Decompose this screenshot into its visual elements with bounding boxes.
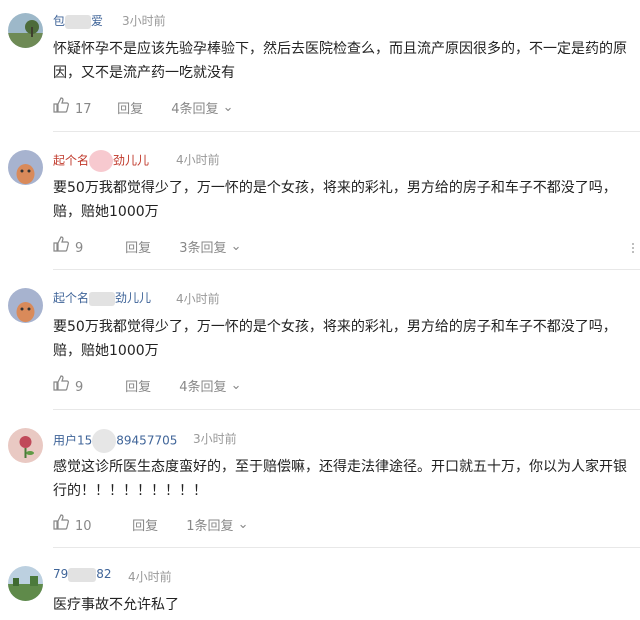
- username[interactable]: 包爱: [53, 12, 103, 29]
- comment-text: 怀疑怀孕不是应该先验孕棒验下，然后去医院检查么，而且流产原因很多的，不一定是药的…: [53, 41, 627, 81]
- comment-actions: 9 回复 4条回复 ⌄: [53, 375, 241, 395]
- thumbs-up-icon: [53, 97, 69, 113]
- comment-item: 79 82 4小时前 医疗事故不允许私了: [0, 548, 640, 620]
- comment-item: 起个名 劲儿儿 4小时前 要50万我都觉得少了，万一怀的是个女孩，将来的彩礼，男方…: [0, 270, 640, 410]
- username[interactable]: 起个名 劲儿儿: [53, 150, 149, 172]
- redacted-mark: [65, 14, 92, 29]
- chevron-down-icon: ⌄: [230, 377, 242, 393]
- thumbs-up-icon: [53, 236, 69, 252]
- like-button[interactable]: 9: [53, 236, 121, 256]
- username[interactable]: 79 82: [53, 567, 112, 582]
- timestamp: 4小时前: [128, 570, 172, 584]
- more-options-icon[interactable]: [630, 239, 636, 253]
- timestamp: 3小时前: [122, 14, 166, 28]
- chevron-down-icon: ⌄: [237, 516, 249, 532]
- chevron-down-icon: ⌄: [230, 238, 242, 254]
- redacted-mark: [68, 567, 97, 582]
- reply-button[interactable]: 回复: [125, 237, 175, 256]
- timestamp: 3小时前: [193, 432, 237, 446]
- chevron-down-icon: ⌄: [222, 99, 234, 115]
- redacted-mark: [92, 429, 117, 453]
- avatar[interactable]: [8, 150, 43, 185]
- comment-item: 包爱 3小时前 怀疑怀孕不是应该先验孕棒验下，然后去医院检查么，而且流产原因很多…: [0, 0, 640, 132]
- view-replies-button[interactable]: 4条回复 ⌄: [171, 98, 233, 117]
- comment-item: 起个名 劲儿儿 4小时前 要50万我都觉得少了，万一怀的是个女孩，将来的彩礼，男方…: [0, 132, 640, 270]
- reply-button[interactable]: 回复: [132, 515, 182, 534]
- reply-button[interactable]: 回复: [117, 98, 167, 117]
- comment-item: 用户15 89457705 3小时前 感觉这诊所医生态度蛮好的，至于赔偿嘛，还得走…: [0, 410, 640, 548]
- view-replies-button[interactable]: 4条回复 ⌄: [179, 376, 241, 395]
- redacted-mark: [89, 291, 116, 306]
- comment-text: 感觉这诊所医生态度蛮好的，至于赔偿嘛，还得走法律途径。开口就五十万，你以为人家开…: [53, 459, 627, 499]
- avatar[interactable]: [8, 288, 43, 323]
- like-button[interactable]: 17: [53, 97, 113, 117]
- thumbs-up-icon: [53, 375, 69, 391]
- timestamp: 4小时前: [176, 153, 220, 167]
- comment-text: 要50万我都觉得少了，万一怀的是个女孩，将来的彩礼，男方给的房子和车子不都没了吗…: [53, 180, 617, 220]
- like-button[interactable]: 10: [53, 514, 128, 534]
- avatar[interactable]: [8, 566, 43, 601]
- comment-text: 要50万我都觉得少了，万一怀的是个女孩，将来的彩礼，男方给的房子和车子不都没了吗…: [53, 319, 617, 359]
- username[interactable]: 用户15 89457705: [53, 429, 177, 453]
- like-button[interactable]: 9: [53, 375, 121, 395]
- comment-actions: 10 回复 1条回复 ⌄: [53, 514, 248, 534]
- reply-button[interactable]: 回复: [125, 376, 175, 395]
- username[interactable]: 起个名 劲儿儿: [53, 289, 151, 306]
- redacted-mark: [89, 150, 114, 172]
- comment-actions: 17 回复 4条回复 ⌄: [53, 97, 233, 117]
- comment-text: 医疗事故不允许私了: [53, 597, 179, 613]
- view-replies-button[interactable]: 3条回复 ⌄: [179, 237, 241, 256]
- timestamp: 4小时前: [176, 292, 220, 306]
- view-replies-button[interactable]: 1条回复 ⌄: [186, 515, 248, 534]
- comment-actions: 9 回复 3条回复 ⌄: [53, 236, 241, 256]
- avatar[interactable]: [8, 428, 43, 463]
- avatar[interactable]: [8, 13, 43, 48]
- thumbs-up-icon: [53, 514, 69, 530]
